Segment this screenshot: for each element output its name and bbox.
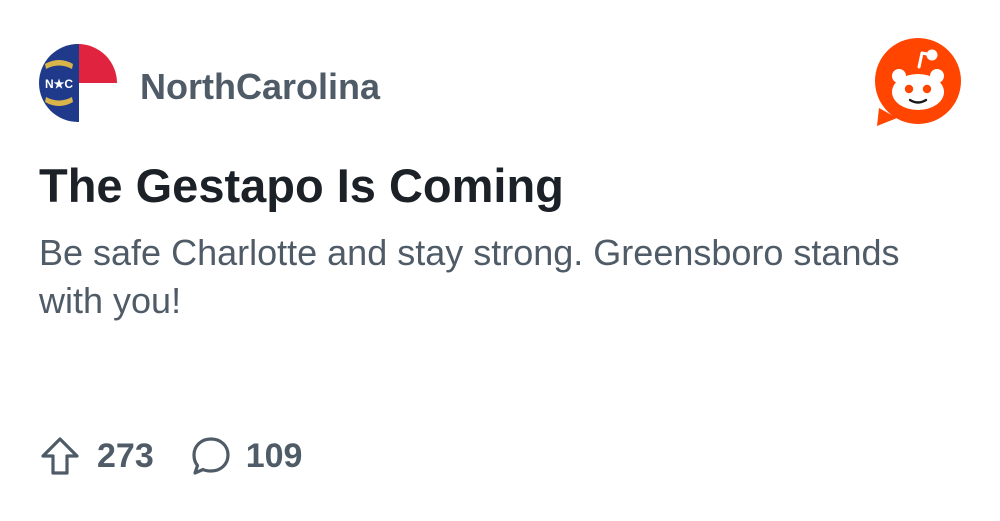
north-carolina-flag-icon: N★C: [39, 44, 117, 122]
upvote-arrow-icon: [41, 437, 79, 475]
upvote-count: 273: [97, 437, 154, 475]
subreddit-name[interactable]: NorthCarolina: [140, 64, 380, 110]
comment-count: 109: [245, 437, 303, 475]
comment-bubble-icon: [192, 437, 230, 475]
post-title[interactable]: The Gestapo Is Coming: [39, 156, 969, 216]
reddit-logo-icon[interactable]: [873, 38, 963, 128]
comments-button[interactable]: 109: [190, 435, 303, 477]
subreddit-avatar[interactable]: N★C: [39, 44, 117, 122]
upvote-button[interactable]: 273: [39, 435, 154, 477]
post-body: Be safe Charlotte and stay strong. Green…: [39, 232, 900, 321]
avatar-flag-letters: N★C: [45, 77, 73, 91]
post-actions: 273 109: [39, 430, 302, 482]
